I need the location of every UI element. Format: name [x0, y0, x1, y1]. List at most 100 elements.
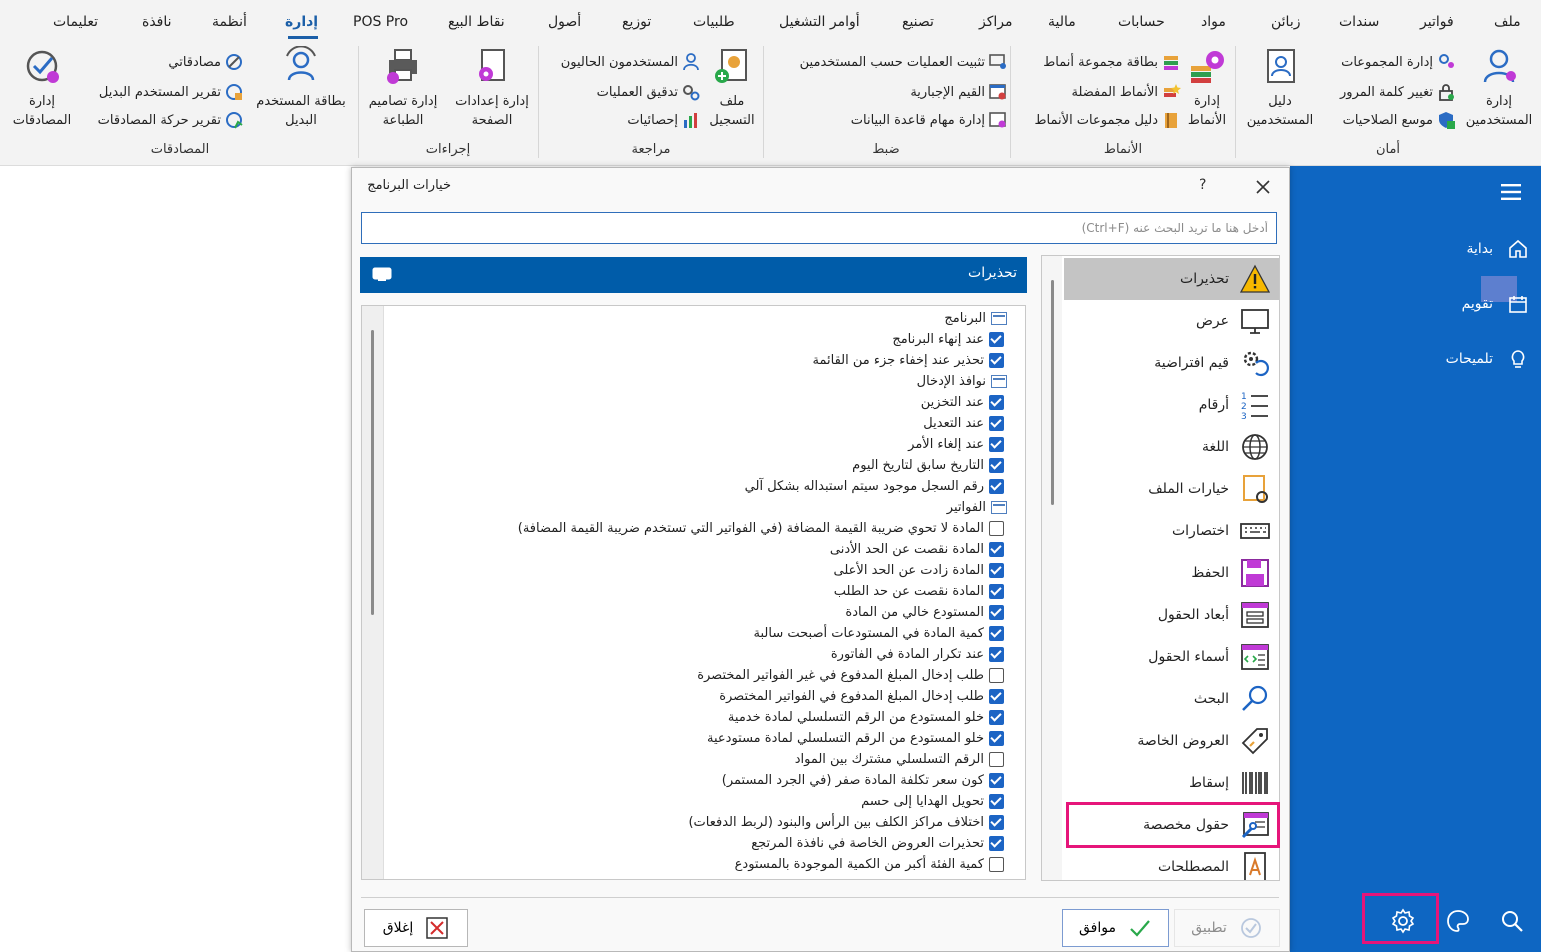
option-category[interactable]: نوافذ الإدخال: [917, 371, 1007, 392]
option-checkbox[interactable]: [989, 731, 1004, 746]
option-item[interactable]: عند التخزين: [921, 392, 1004, 413]
users-guide-button[interactable]: دليل المستخدمين: [1240, 46, 1320, 136]
mandatory-values-button[interactable]: القيم الإجبارية: [910, 80, 1008, 104]
scrollbar-thumb[interactable]: [371, 330, 374, 615]
category-warnings[interactable]: تحذيرات: [1064, 258, 1279, 300]
menu-assets[interactable]: أصول: [548, 14, 581, 30]
pattern-group-card-button[interactable]: بطاقة مجموعة أنماط: [1043, 50, 1181, 74]
option-checkbox[interactable]: [989, 521, 1004, 536]
menu-systems[interactable]: أنظمة: [212, 14, 247, 30]
option-checkbox[interactable]: [989, 542, 1004, 557]
current-users-button[interactable]: المستخدمون الحاليون: [561, 50, 701, 74]
substitute-card-button[interactable]: بطاقة المستخدم البديل: [246, 46, 356, 136]
option-item[interactable]: المادة لا تحوي ضريبة القيمة المضافة (في …: [518, 518, 1004, 539]
option-checkbox[interactable]: [989, 395, 1004, 410]
hamburger-menu-icon[interactable]: [1501, 184, 1521, 200]
option-checkbox[interactable]: [989, 416, 1004, 431]
close-icon[interactable]: [1252, 176, 1274, 198]
ok-button[interactable]: موافق: [1062, 909, 1169, 947]
option-item[interactable]: كمية الفئة أكبر من الكمية الموجودة بالمس…: [735, 854, 1004, 875]
menu-invoices[interactable]: فواتير: [1420, 14, 1454, 30]
menu-vouchers[interactable]: سندات: [1339, 14, 1379, 30]
manage-groups-button[interactable]: إدارة المجموعات: [1341, 50, 1456, 74]
category-defaults[interactable]: قيم افتراضية: [1064, 342, 1279, 384]
option-item[interactable]: رقم السجل موجود سيتم استبداله بشكل آلي: [745, 476, 1004, 497]
menu-centers[interactable]: مراكز: [979, 14, 1013, 30]
option-item[interactable]: طلب إدخال المبلغ المدفوع في الفواتير الم…: [719, 686, 1004, 707]
collapse-toggle[interactable]: [991, 375, 1007, 388]
db-tasks-button[interactable]: إدارة مهام قاعدة البيانات: [851, 108, 1008, 132]
menu-management[interactable]: إدارة: [285, 14, 318, 30]
option-item[interactable]: المادة زادت عن الحد الأعلى: [834, 560, 1004, 581]
apply-button[interactable]: تطبيق: [1174, 909, 1280, 947]
category-shortcuts[interactable]: اختصارات: [1064, 510, 1279, 552]
option-item[interactable]: المادة نقصت عن حد الطلب: [834, 581, 1004, 602]
palette-icon[interactable]: [1445, 908, 1471, 934]
category-scrollbar[interactable]: [1042, 256, 1062, 880]
option-item[interactable]: المادة نقصت عن الحد الأدنى: [830, 539, 1004, 560]
audit-ops-button[interactable]: تدقيق العمليات: [597, 80, 701, 104]
pattern-groups-guide-button[interactable]: دليل مجموعات الأنماط: [1035, 108, 1181, 132]
category-display[interactable]: عرض: [1064, 300, 1279, 342]
option-item[interactable]: الرقم التسلسلي مشترك بين المواد: [795, 749, 1004, 770]
option-item[interactable]: اختلاف مراكز الكلف بين الرأس والبنود (لر…: [688, 812, 1004, 833]
pin-ops-by-users-button[interactable]: تثبيت العمليات حسب المستخدمين: [800, 50, 1008, 74]
category-terms[interactable]: المصطلحات: [1064, 846, 1279, 880]
option-checkbox[interactable]: [989, 857, 1004, 872]
category-language[interactable]: اللغة: [1064, 426, 1279, 468]
favorite-patterns-button[interactable]: الأنماط المفضلة: [1072, 80, 1181, 104]
option-checkbox[interactable]: [989, 668, 1004, 683]
print-designs-button[interactable]: إدارة تصاميم الطباعة: [360, 46, 446, 136]
option-item[interactable]: عند إلغاء الأمر: [908, 434, 1004, 455]
menu-finance[interactable]: مالية: [1048, 14, 1076, 30]
category-file-options[interactable]: خيارات الملف: [1064, 468, 1279, 510]
manage-patterns-button[interactable]: إدارة الأنماط: [1182, 46, 1232, 136]
option-checkbox[interactable]: [989, 710, 1004, 725]
option-item[interactable]: خلو المستودع من الرقم التسلسلي لمادة خدم…: [728, 707, 1004, 728]
option-item[interactable]: تحذير عند إخفاء جزء من القائمة: [813, 350, 1004, 371]
option-item[interactable]: المستودع خالي من المادة: [845, 602, 1004, 623]
option-item[interactable]: تحذيرات العروض الخاصة في نافذة المرتجع: [751, 833, 1004, 854]
menu-accounts[interactable]: حسابات: [1118, 14, 1165, 30]
option-item[interactable]: عند إنهاء البرنامج: [892, 329, 1004, 350]
nav-item-tips[interactable]: تلميحات: [1446, 344, 1529, 374]
my-approvals-button[interactable]: مصادقاتي: [168, 50, 244, 74]
category-special-offers[interactable]: العروض الخاصة: [1064, 720, 1279, 762]
menu-work-orders[interactable]: أوامر التشغيل: [779, 14, 860, 30]
search-icon[interactable]: [1499, 908, 1525, 934]
option-checkbox[interactable]: [989, 437, 1004, 452]
nav-item-calendar[interactable]: تقويم: [1462, 289, 1529, 319]
collapse-toggle[interactable]: [991, 312, 1007, 325]
options-scrollbar[interactable]: [362, 306, 384, 879]
category-field-sizes[interactable]: أبعاد الحقول: [1064, 594, 1279, 636]
option-item[interactable]: عند تكرار المادة في الفاتورة: [831, 644, 1004, 665]
menu-manufacturing[interactable]: تصنيع: [902, 14, 934, 30]
option-item[interactable]: عند التعديل: [923, 413, 1004, 434]
menu-pos-pro[interactable]: POS Pro: [353, 14, 408, 30]
option-item[interactable]: التاريخ سابق لتاريخ اليوم: [852, 455, 1004, 476]
scrollbar-thumb[interactable]: [1051, 280, 1054, 505]
substitute-report-button[interactable]: تقرير المستخدم البديل: [99, 80, 244, 104]
option-checkbox[interactable]: [989, 794, 1004, 809]
category-numbers[interactable]: 123 أرقام: [1064, 384, 1279, 426]
category-search[interactable]: البحث: [1064, 678, 1279, 720]
option-checkbox[interactable]: [989, 815, 1004, 830]
option-checkbox[interactable]: [989, 353, 1004, 368]
approvals-movement-report-button[interactable]: تقرير حركة المصادقات: [98, 108, 244, 132]
menu-orders[interactable]: طلبيات: [693, 14, 735, 30]
option-checkbox[interactable]: [989, 647, 1004, 662]
page-setup-button[interactable]: إدارة إعدادات الصفحة: [447, 46, 537, 136]
menu-window[interactable]: نافذة: [142, 14, 172, 30]
log-file-button[interactable]: ملف التسجيل: [703, 46, 761, 136]
statistics-button[interactable]: إحصائيات: [627, 108, 701, 132]
option-category[interactable]: الفواتير: [947, 497, 1007, 518]
option-checkbox[interactable]: [989, 332, 1004, 347]
manage-approvals-button[interactable]: إدارة المصادقات: [4, 46, 80, 136]
menu-pos[interactable]: نقاط البيع: [448, 14, 505, 30]
option-item[interactable]: تحويل الهدايا إلى حسم: [861, 791, 1004, 812]
option-checkbox[interactable]: [989, 584, 1004, 599]
option-checkbox[interactable]: [989, 626, 1004, 641]
category-drop[interactable]: إسقاط: [1064, 762, 1279, 804]
option-category[interactable]: البرنامج: [944, 308, 1007, 329]
option-checkbox[interactable]: [989, 773, 1004, 788]
